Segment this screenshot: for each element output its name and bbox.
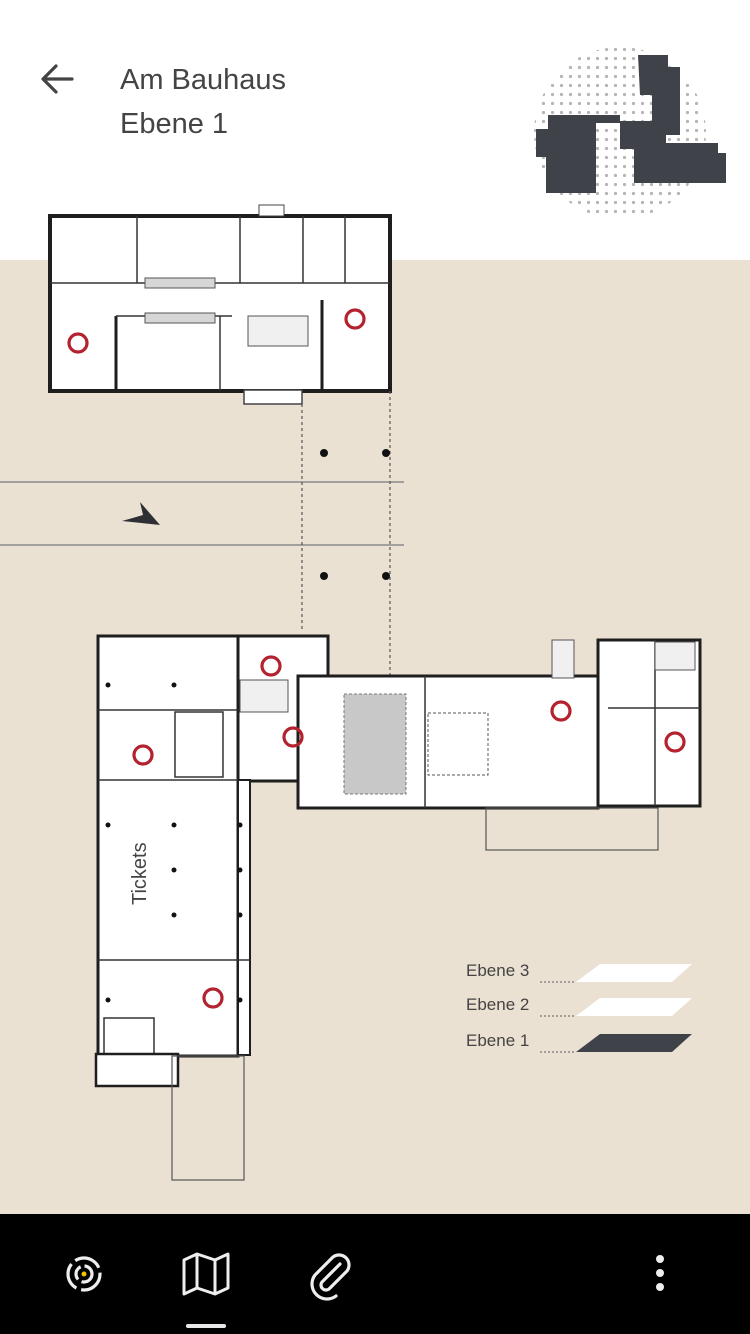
bottom-navigation	[0, 1214, 750, 1334]
level-option-1[interactable]: Ebene 1	[460, 1025, 700, 1057]
room-label-tickets: Tickets	[129, 842, 151, 905]
level-1-icon	[576, 1034, 692, 1052]
level-option-3[interactable]: Ebene 3	[460, 955, 700, 987]
nav-attachment-button[interactable]	[300, 1244, 360, 1304]
level-option-2[interactable]: Ebene 2	[460, 989, 700, 1021]
level-selector: Ebene 3 Ebene 2 Ebene 1	[460, 955, 700, 1065]
level-2-icon	[576, 998, 692, 1016]
east-wing	[296, 638, 702, 851]
more-vertical-icon	[656, 1255, 664, 1291]
paperclip-icon	[310, 1253, 351, 1301]
nav-map-button[interactable]	[176, 1244, 236, 1304]
bridge	[301, 391, 391, 675]
location-arrow-icon	[122, 502, 160, 525]
nav-more-button[interactable]	[630, 1244, 690, 1304]
map-icon	[182, 1252, 230, 1296]
level-3-icon	[576, 964, 692, 982]
nav-target-button[interactable]	[54, 1244, 114, 1304]
south-wing	[94, 634, 330, 1181]
north-wing	[48, 204, 392, 405]
active-tab-indicator	[186, 1324, 226, 1328]
target-icon	[66, 1256, 102, 1292]
